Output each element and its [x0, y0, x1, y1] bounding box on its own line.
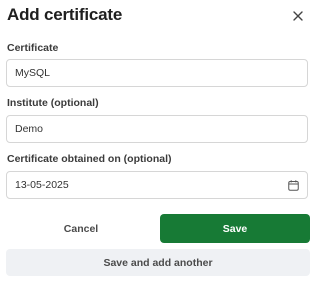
calendar-icon[interactable]: [288, 180, 299, 191]
institute-input-value: Demo: [15, 123, 44, 135]
date-label: Certificate obtained on (optional): [7, 153, 172, 165]
dialog-title: Add certificate: [7, 5, 123, 24]
institute-input[interactable]: Demo: [6, 115, 308, 143]
date-input[interactable]: 13-05-2025: [6, 171, 308, 199]
save-and-add-another-button[interactable]: Save and add another: [6, 249, 310, 276]
certificate-label: Certificate: [7, 42, 59, 54]
save-button[interactable]: Save: [160, 214, 310, 243]
close-button[interactable]: [290, 8, 306, 24]
certificate-input[interactable]: MySQL: [6, 59, 308, 87]
cancel-button[interactable]: Cancel: [6, 214, 156, 243]
certificate-input-value: MySQL: [15, 67, 51, 79]
close-icon: [293, 11, 303, 21]
institute-label: Institute (optional): [7, 97, 99, 109]
date-input-value: 13-05-2025: [15, 179, 69, 191]
add-certificate-dialog: Add certificate Certificate MySQL Instit…: [0, 0, 318, 285]
